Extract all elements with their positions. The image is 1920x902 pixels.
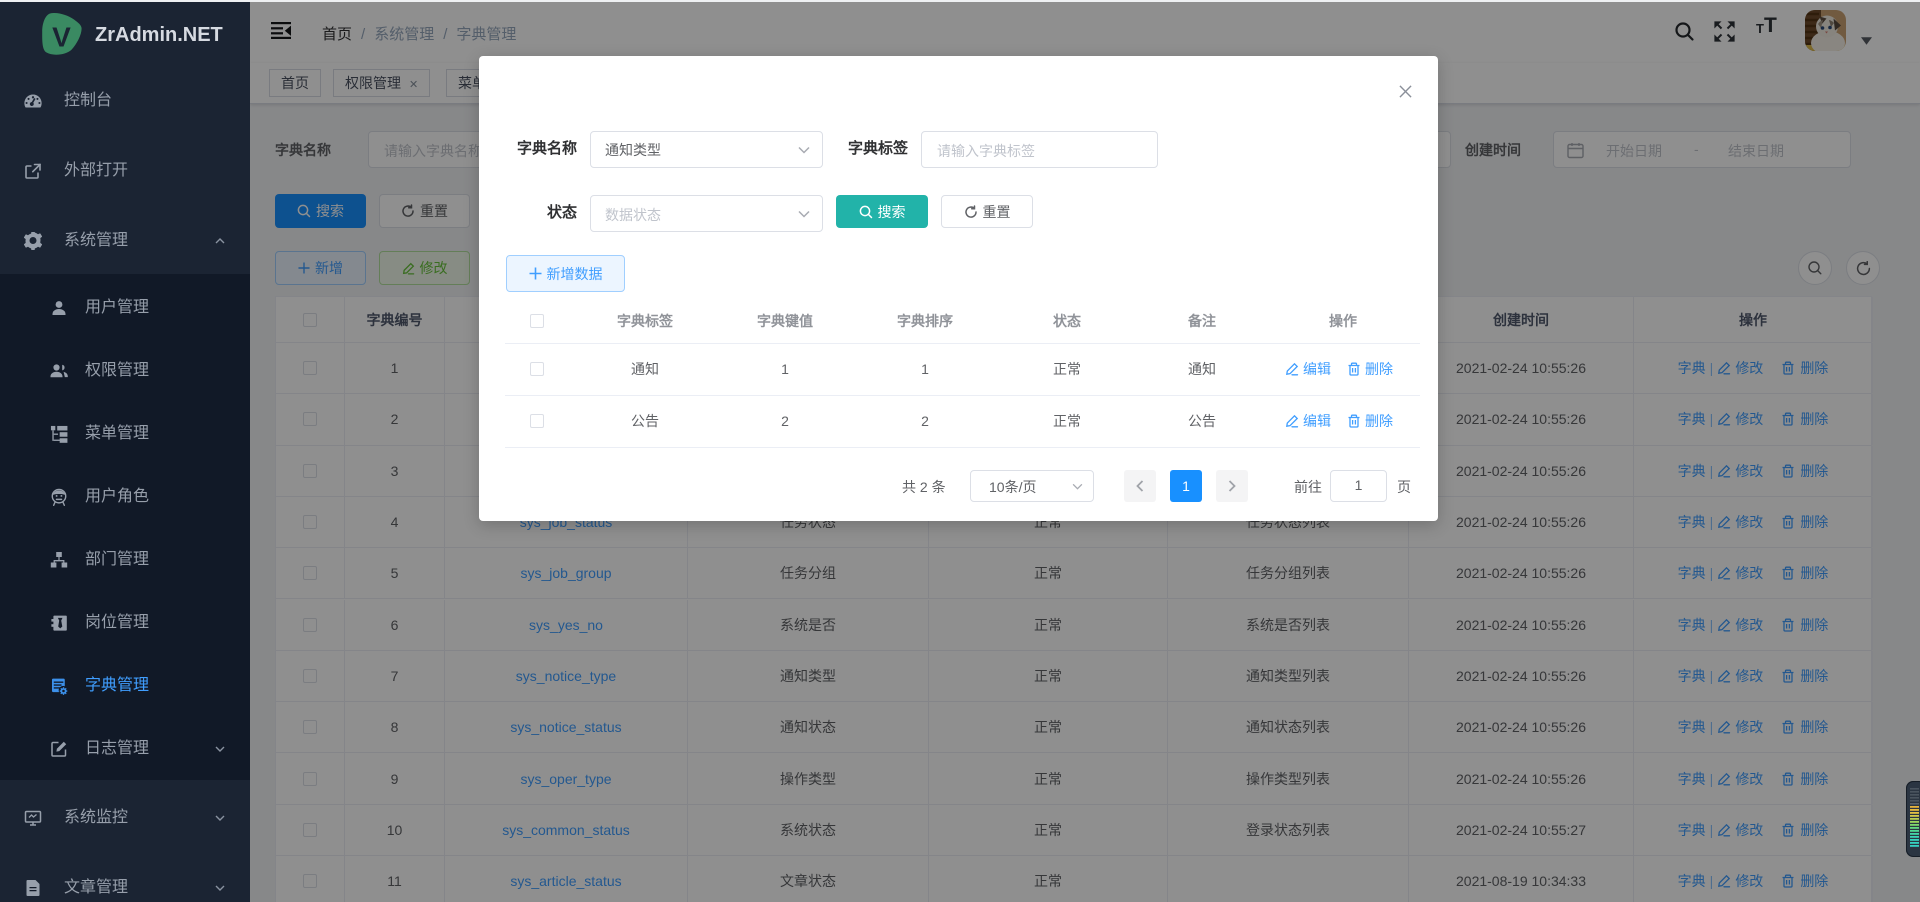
svg-text:V: V xyxy=(52,22,71,53)
